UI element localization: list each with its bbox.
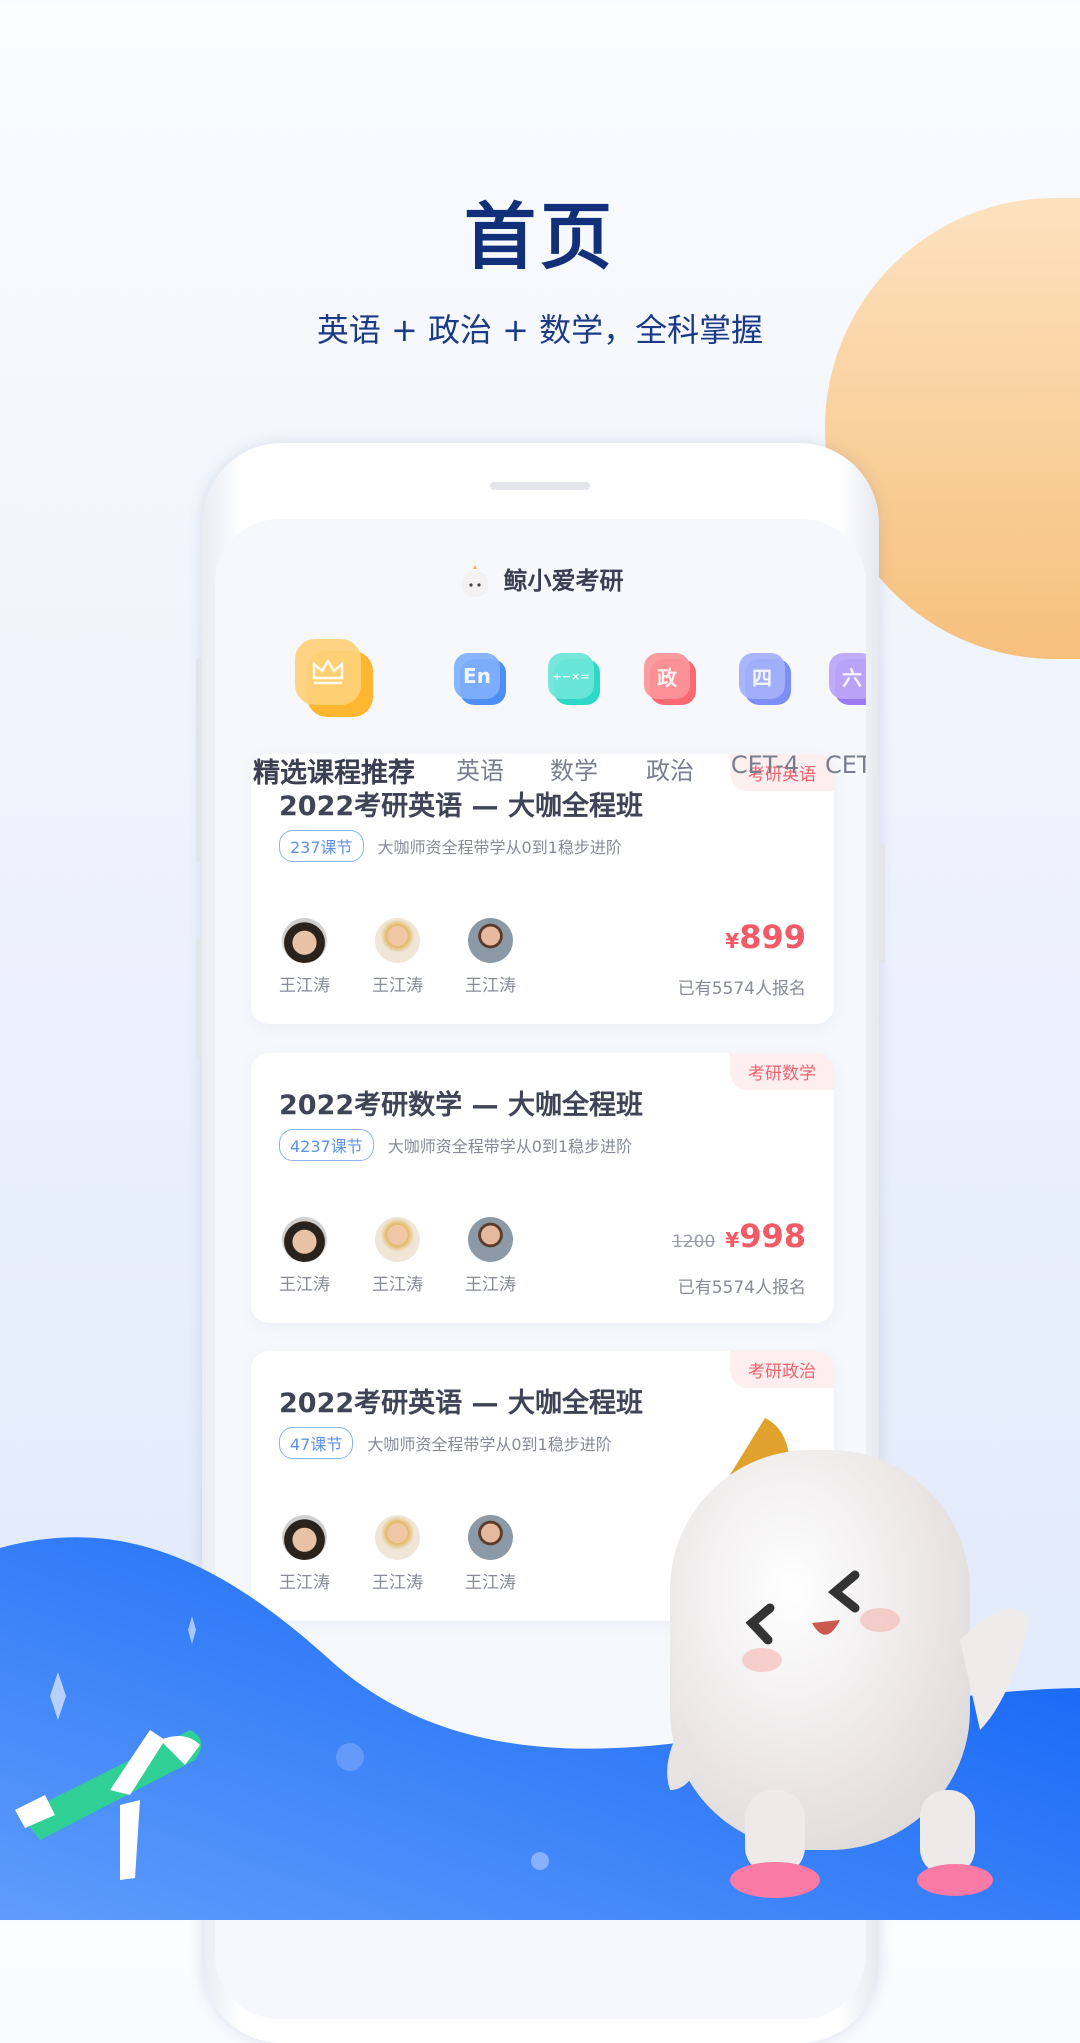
crown-icon <box>295 639 361 705</box>
avatar <box>467 1515 513 1560</box>
page-title: 首页 <box>463 195 616 279</box>
math-icon: +−×= <box>548 653 594 699</box>
lesson-count-badge: 4237课节 <box>279 1129 374 1161</box>
lesson-count-badge: 237课节 <box>279 830 364 862</box>
app-screen: 鲸小爱考研 精选课程推荐 En 英语 +−×= 数学 政政治 四 CET-4 六 CET… <box>215 519 866 2019</box>
enrollment-count: 已有5574人报名 <box>677 1278 806 1298</box>
category-label: 精选课程推荐 <box>253 758 415 789</box>
phone-mockup: 鲸小爱考研 精选课程推荐 En 英语 +−×= 数学 政政治 四 CET-4 六 CET… <box>196 443 885 2043</box>
course-title: 2022考研数学 — 大咖全程班 <box>279 1090 643 1121</box>
avatar <box>281 1515 327 1560</box>
cet6-icon: 六 <box>829 653 866 699</box>
avatar <box>374 1217 420 1262</box>
teacher-name: 王江涛 <box>465 1573 516 1593</box>
enrollment-count: 已有5574人报名 <box>677 979 806 999</box>
phone-side-button <box>196 938 202 1058</box>
category-label: CET-4 <box>730 751 800 779</box>
course-tag: 考研数学 <box>730 1053 834 1090</box>
original-price: 1200 <box>672 1232 716 1252</box>
teacher[interactable]: 王江涛 <box>279 918 330 996</box>
course-tag: 考研政治 <box>730 1351 834 1388</box>
teacher-name: 王江涛 <box>372 976 423 996</box>
category-featured[interactable]: 精选课程推荐 <box>248 639 420 789</box>
category-english[interactable]: En 英语 <box>435 653 525 793</box>
teacher-name: 王江涛 <box>279 1573 330 1593</box>
page-subtitle: 英语 + 政治 + 数学，全科掌握 <box>316 311 764 349</box>
category-label: 数学 <box>550 757 598 785</box>
teacher[interactable]: 王江涛 <box>372 1515 423 1593</box>
category-math[interactable]: +−×= 数学 <box>529 653 619 793</box>
category-label: CET-6 <box>825 751 866 779</box>
category-politics[interactable]: 政政治 <box>625 653 715 793</box>
teacher-name: 王江涛 <box>279 976 330 996</box>
teacher-name: 王江涛 <box>279 1275 330 1295</box>
phone-side-button <box>196 658 202 863</box>
teacher[interactable]: 王江涛 <box>279 1515 330 1593</box>
course-card[interactable]: 考研数学 2022考研数学 — 大咖全程班 4237课节 大咖师资全程带学从0到1… <box>251 1053 834 1323</box>
english-icon: En <box>454 653 500 699</box>
course-description: 大咖师资全程带学从0到1稳步进阶 <box>387 1137 633 1156</box>
category-cet4[interactable]: 四 CET-4 <box>720 653 810 793</box>
app-name: 鲸小爱考研 <box>503 567 624 595</box>
phone-side-button <box>879 843 885 963</box>
phone-speaker <box>490 482 590 490</box>
teacher-name: 王江涛 <box>465 1275 516 1295</box>
enrollment-count: 已有5574人报名 <box>677 1576 806 1596</box>
course-description: 大咖师资全程带学从0到1稳步进阶 <box>377 838 622 857</box>
teacher[interactable]: 王江涛 <box>465 1217 516 1295</box>
course-description: 大咖师资全程带学从0到1稳步进阶 <box>367 1435 612 1454</box>
lesson-count-badge: 47课节 <box>279 1427 354 1459</box>
category-cet6[interactable]: 六 CET-6 <box>819 653 866 793</box>
price: ¥899 <box>725 918 806 956</box>
mascot-logo-icon <box>461 565 488 597</box>
politics-icon: 政 <box>644 653 690 699</box>
teacher[interactable]: 王江涛 <box>372 1217 423 1295</box>
price: ¥998 <box>725 1217 806 1255</box>
app-header: 鲸小爱考研 <box>215 561 866 599</box>
avatar <box>281 918 327 963</box>
category-label: 英语 <box>456 757 504 785</box>
avatar <box>374 1515 420 1560</box>
category-label: 政治 <box>646 757 694 785</box>
airplane-icon <box>15 1730 202 1880</box>
sparkle-icon <box>50 1672 66 1720</box>
avatar <box>374 918 420 963</box>
teacher[interactable]: 王江涛 <box>372 918 423 996</box>
avatar <box>467 1217 513 1262</box>
avatar <box>281 1217 327 1262</box>
teacher-name: 王江涛 <box>465 976 516 996</box>
course-title: 2022考研英语 — 大咖全程班 <box>279 1388 643 1419</box>
course-card[interactable]: 考研政治 2022考研英语 — 大咖全程班 47课节 大咖师资全程带学从0到1稳步… <box>251 1351 834 1621</box>
avatar <box>467 918 513 963</box>
teacher[interactable]: 王江涛 <box>279 1217 330 1295</box>
teacher-name: 王江涛 <box>372 1275 423 1295</box>
teacher-name: 王江涛 <box>372 1573 423 1593</box>
teacher[interactable]: 王江涛 <box>465 918 516 996</box>
sparkle-icon <box>188 1616 196 1644</box>
teacher[interactable]: 王江涛 <box>465 1515 516 1593</box>
course-card[interactable]: 考研英语 2022考研英语 — 大咖全程班 237课节 大咖师资全程带学从0到1稳… <box>251 754 834 1024</box>
cet4-icon: 四 <box>739 653 785 699</box>
